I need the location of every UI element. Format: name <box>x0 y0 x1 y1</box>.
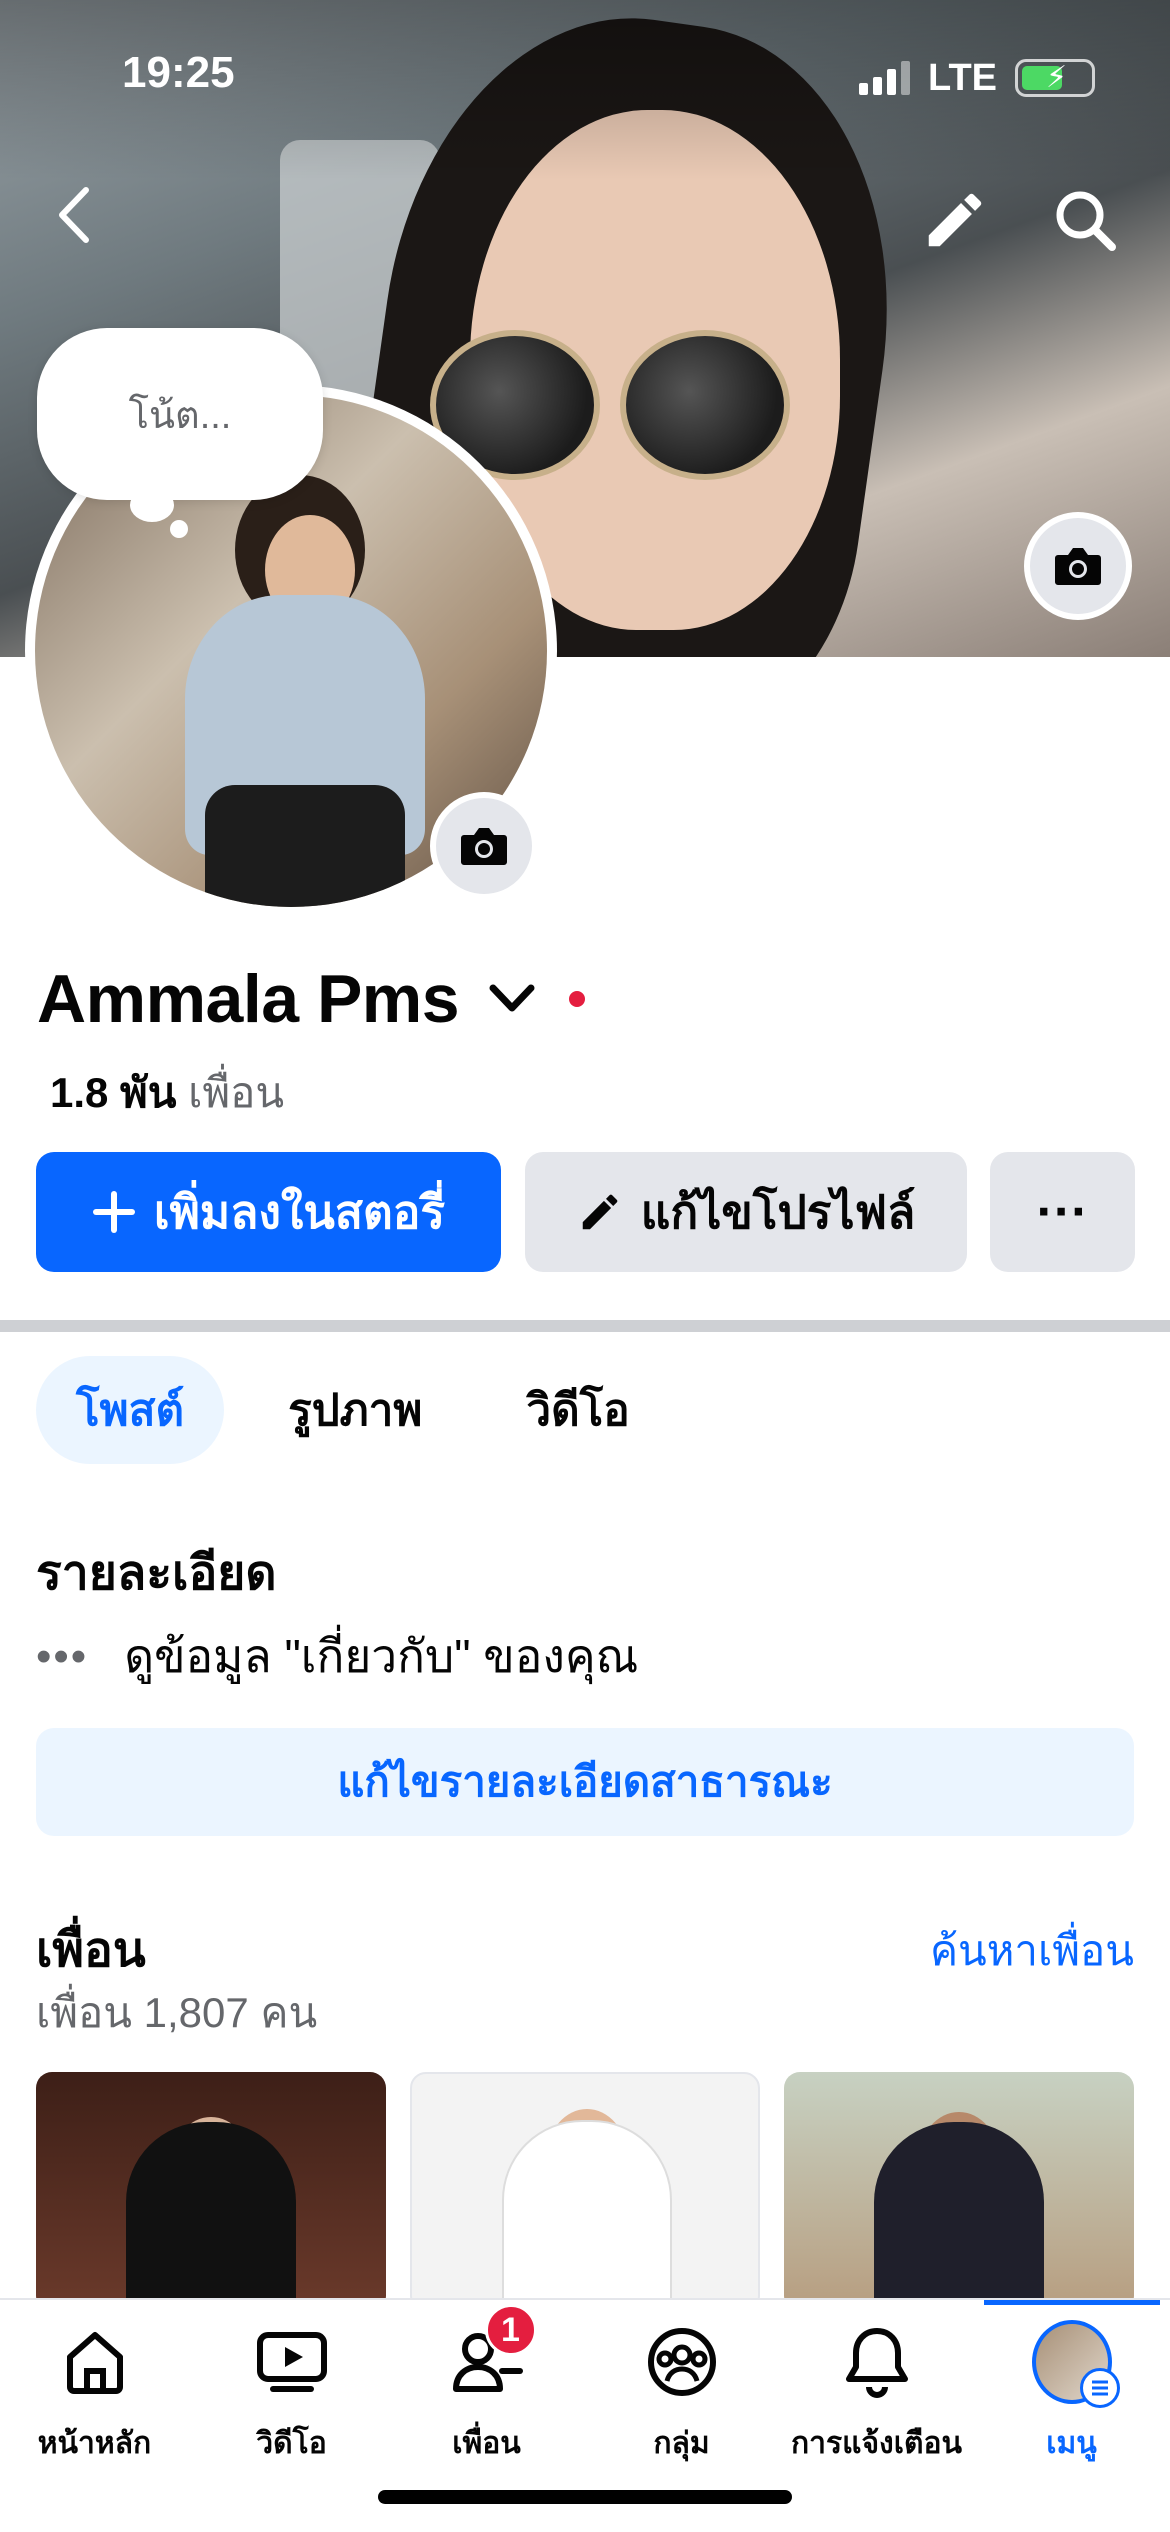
add-to-story-button[interactable]: เพิ่มลงในสตอรี่ <box>36 1152 501 1272</box>
tabbar-home-label: หน้าหลัก <box>37 2427 152 2460</box>
chevron-down-icon <box>489 984 535 1012</box>
friends-badge: 1 <box>484 2304 537 2356</box>
friend-card[interactable] <box>410 2072 760 2312</box>
home-indicator <box>378 2490 792 2504</box>
friend-card[interactable] <box>36 2072 386 2312</box>
tab-photos[interactable]: รูปภาพ <box>248 1356 462 1464</box>
edit-public-details-button[interactable]: แก้ไขรายละเอียดสาธารณะ <box>36 1728 1134 1836</box>
tabbar-friends-label: เพื่อน <box>452 2427 521 2460</box>
tabbar-menu-label: เมนู <box>1046 2427 1097 2460</box>
battery-icon: ⚡ <box>1015 59 1095 97</box>
tabbar-groups-label: กลุ่ม <box>653 2427 710 2460</box>
status-dot <box>569 991 586 1007</box>
network-label: LTE <box>928 56 997 99</box>
tabbar-home[interactable]: หน้าหลัก <box>0 2322 192 2467</box>
home-icon <box>55 2322 135 2402</box>
plus-icon <box>92 1191 135 1233</box>
search-icon[interactable] <box>1050 185 1120 255</box>
tabbar-menu[interactable]: เมนู <box>974 2320 1169 2467</box>
pencil-icon[interactable] <box>920 185 990 255</box>
note-bubble[interactable]: โน้ต... <box>37 328 323 500</box>
note-bubble-tail <box>130 488 174 522</box>
note-bubble-tail-small <box>170 520 188 538</box>
camera-icon <box>461 828 507 865</box>
more-icon: ··· <box>1036 1183 1089 1241</box>
edit-profile-label: แก้ไขโปรไฟล์ <box>640 1185 916 1238</box>
status-right: LTE ⚡ <box>859 48 1095 108</box>
section-divider <box>0 1320 1170 1332</box>
friends-count-short: 1.8 พัน <box>50 1069 177 1116</box>
friend-card[interactable] <box>784 2072 1134 2312</box>
find-friends-link[interactable]: ค้นหาเพื่อน <box>930 1918 1134 1984</box>
active-tab-indicator <box>984 2300 1160 2305</box>
video-icon <box>252 2322 332 2402</box>
status-time: 19:25 <box>122 48 235 97</box>
tabbar-notifications[interactable]: การแจ้งเตือน <box>779 2322 974 2467</box>
friends-icon: 1 <box>447 2304 537 2402</box>
avatar-camera-button[interactable] <box>430 792 538 900</box>
friends-summary[interactable]: 1.8 พัน เพื่อน <box>50 1060 284 1126</box>
cover-camera-button[interactable] <box>1024 512 1132 620</box>
more-button[interactable]: ··· <box>990 1152 1135 1272</box>
tabbar-video[interactable]: วิดีโอ <box>194 2322 389 2467</box>
tabbar-video-label: วิดีโอ <box>256 2427 327 2460</box>
tab-videos[interactable]: วิดีโอ <box>486 1356 669 1464</box>
profile-tabs: โพสต์ รูปภาพ วิดีโอ <box>36 1356 670 1464</box>
edit-profile-button[interactable]: แก้ไขโปรไฟล์ <box>525 1152 967 1272</box>
friends-heading: เพื่อน <box>36 1924 146 1977</box>
signal-icon <box>859 61 911 95</box>
profile-name: Ammala Pms <box>37 961 460 1037</box>
tabbar-groups[interactable]: กลุ่ม <box>584 2322 779 2467</box>
cover-sunglass-right <box>620 330 790 480</box>
menu-avatar <box>1031 2320 1120 2408</box>
back-icon[interactable] <box>50 180 100 250</box>
about-text: ดูข้อมูล "เกี่ยวกับ" ของคุณ <box>124 1630 639 1682</box>
bell-icon <box>837 2322 917 2402</box>
camera-icon <box>1055 548 1101 585</box>
pencil-icon <box>582 1194 617 1230</box>
groups-icon <box>642 2322 722 2402</box>
about-row[interactable]: ••• ดูข้อมูล "เกี่ยวกับ" ของคุณ <box>36 1620 638 1693</box>
add-to-story-label: เพิ่มลงในสตอรี่ <box>153 1185 446 1238</box>
tabbar-notifications-label: การแจ้งเตือน <box>791 2427 962 2460</box>
tab-posts[interactable]: โพสต์ <box>36 1356 225 1464</box>
tabbar-friends[interactable]: 1 เพื่อน <box>389 2304 584 2467</box>
note-placeholder: โน้ต... <box>128 394 232 437</box>
friends-word: เพื่อน <box>188 1069 285 1116</box>
menu-icon <box>1079 2368 1120 2408</box>
menu-avatar-wrap <box>1031 2320 1120 2408</box>
more-dots-icon: ••• <box>36 1631 89 1681</box>
details-heading: รายละเอียด <box>36 1547 277 1600</box>
profile-name-row[interactable]: Ammala Pms <box>37 960 586 1038</box>
friends-count: เพื่อน 1,807 คน <box>36 1989 318 2036</box>
